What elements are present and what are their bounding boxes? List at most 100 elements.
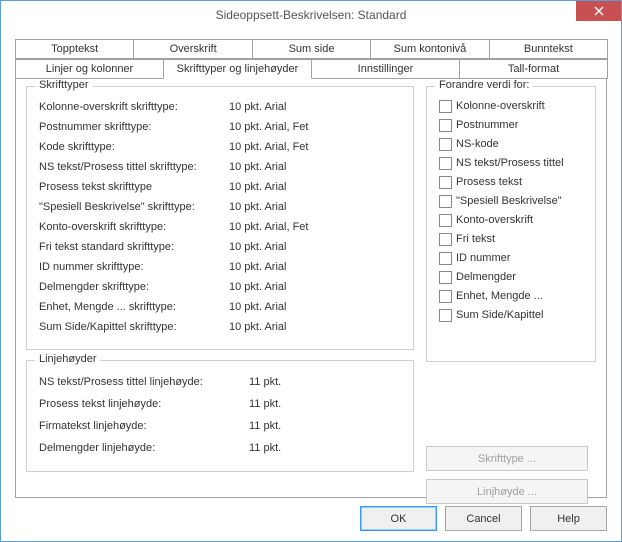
tab-innstillinger[interactable]: Innstillinger [311,59,460,79]
font-label: ID nummer skrifttype: [39,257,229,277]
tab-tall-format[interactable]: Tall-format [459,59,608,79]
skrifttype-button: Skrifttype ... [426,446,588,471]
dialog-window: Sideoppsett-Beskrivelsen: Standard Toppt… [0,0,622,542]
font-label: Prosess tekst skrifttype [39,177,229,197]
check-row: Postnummer [439,116,583,135]
font-label: NS tekst/Prosess tittel skrifttype: [39,157,229,177]
right-column: Forandre verdi for: Kolonne-overskrift P… [426,86,596,483]
cancel-button[interactable]: Cancel [445,506,522,531]
tab-skrifttyper[interactable]: Skrifttyper og linjehøyder [163,59,312,79]
checkbox-sum-side-kapittel[interactable] [439,309,452,322]
font-label: "Spesiell Beskrivelse" skrifttype: [39,197,229,217]
tab-topptekst[interactable]: Topptekst [15,39,134,59]
checkbox-delmengder[interactable] [439,271,452,284]
check-label: Kolonne-overskrift [456,97,545,116]
font-value: 10 pkt. Arial [229,197,286,217]
checkbox-spesiell-beskrivelse[interactable] [439,195,452,208]
check-row: Fri tekst [439,230,583,249]
font-value: 10 pkt. Arial [229,317,286,337]
font-value: 10 pkt. Arial [229,157,286,177]
lh-value: 11 pkt. [249,437,281,459]
font-row: NS tekst/Prosess tittel skrifttype:10 pk… [39,157,401,177]
check-row: Sum Side/Kapittel [439,306,583,325]
lh-value: 11 pkt. [249,371,281,393]
tab-linjer-kolonner[interactable]: Linjer og kolonner [15,59,164,79]
font-value: 10 pkt. Arial [229,297,286,317]
check-row: Kolonne-overskrift [439,97,583,116]
dialog-body: Topptekst Overskrift Sum side Sum konton… [1,29,621,498]
linjhoyde-button: Linjhøyde ... [426,479,588,504]
check-row: Konto-overskrift [439,211,583,230]
help-button[interactable]: Help [530,506,607,531]
font-value: 10 pkt. Arial [229,257,286,277]
lh-value: 11 pkt. [249,393,281,415]
lh-label: Prosess tekst linjehøyde: [39,393,249,415]
lh-row: Firmatekst linjehøyde:11 pkt. [39,415,401,437]
checkbox-fri-tekst[interactable] [439,233,452,246]
dialog-buttons: OK Cancel Help [360,506,607,531]
lh-label: Delmengder linjehøyde: [39,437,249,459]
check-label: Prosess tekst [456,173,522,192]
left-column: Skrifttyper Kolonne-overskrift skrifttyp… [26,86,414,483]
checkbox-konto-overskrift[interactable] [439,214,452,227]
tab-sum-kontoniva[interactable]: Sum kontonivå [370,39,489,59]
font-label: Kolonne-overskrift skrifttype: [39,97,229,117]
font-label: Enhet, Mengde ... skrifttype: [39,297,229,317]
lh-row: NS tekst/Prosess tittel linjehøyde:11 pk… [39,371,401,393]
checkbox-prosess-tekst[interactable] [439,176,452,189]
checkbox-ns-tekst-prosess[interactable] [439,157,452,170]
font-row: Kolonne-overskrift skrifttype:10 pkt. Ar… [39,97,401,117]
window-title: Sideoppsett-Beskrivelsen: Standard [216,8,407,22]
tab-sum-side[interactable]: Sum side [252,39,371,59]
group-change-title: Forandre verdi for: [435,79,533,91]
check-label: Konto-overskrift [456,211,533,230]
check-label: Sum Side/Kapittel [456,306,543,325]
tab-bunntekst[interactable]: Bunntekst [489,39,608,59]
check-label: NS tekst/Prosess tittel [456,154,564,173]
checkbox-postnummer[interactable] [439,119,452,132]
ok-button[interactable]: OK [360,506,437,531]
checkbox-id-nummer[interactable] [439,252,452,265]
font-label: Kode skrifttype: [39,137,229,157]
checkbox-kolonne-overskrift[interactable] [439,100,452,113]
font-value: 10 pkt. Arial [229,97,286,117]
font-row: "Spesiell Beskrivelse" skrifttype:10 pkt… [39,197,401,217]
lh-row: Prosess tekst linjehøyde:11 pkt. [39,393,401,415]
tab-overskrift[interactable]: Overskrift [133,39,252,59]
check-label: ID nummer [456,249,510,268]
tab-panel: Skrifttyper Kolonne-overskrift skrifttyp… [15,78,607,498]
check-label: Postnummer [456,116,518,135]
group-lineheights: Linjehøyder NS tekst/Prosess tittel linj… [26,360,414,472]
font-value: 10 pkt. Arial, Fet [229,137,308,157]
check-row: Delmengder [439,268,583,287]
checkbox-enhet-mengde[interactable] [439,290,452,303]
titlebar: Sideoppsett-Beskrivelsen: Standard [1,1,621,29]
group-fonts: Skrifttyper Kolonne-overskrift skrifttyp… [26,86,414,350]
group-lineheights-title: Linjehøyder [35,353,100,365]
check-row: ID nummer [439,249,583,268]
check-row: NS-kode [439,135,583,154]
lh-value: 11 pkt. [249,415,281,437]
font-row: Postnummer skrifttype:10 pkt. Arial, Fet [39,117,401,137]
check-row: Prosess tekst [439,173,583,192]
font-label: Fri tekst standard skrifttype: [39,237,229,257]
check-row: NS tekst/Prosess tittel [439,154,583,173]
check-label: Fri tekst [456,230,495,249]
font-row: Prosess tekst skrifttype10 pkt. Arial [39,177,401,197]
check-label: Delmengder [456,268,516,287]
lh-label: NS tekst/Prosess tittel linjehøyde: [39,371,249,393]
check-row: "Spesiell Beskrivelse" [439,192,583,211]
check-label: NS-kode [456,135,499,154]
close-button[interactable] [576,1,621,21]
font-label: Sum Side/Kapittel skrifttype: [39,317,229,337]
font-row: Sum Side/Kapittel skrifttype:10 pkt. Ari… [39,317,401,337]
font-row: Fri tekst standard skrifttype:10 pkt. Ar… [39,237,401,257]
check-label: "Spesiell Beskrivelse" [456,192,562,211]
font-row: ID nummer skrifttype:10 pkt. Arial [39,257,401,277]
font-label: Delmengder skrifttype: [39,277,229,297]
checkbox-ns-kode[interactable] [439,138,452,151]
font-label: Postnummer skrifttype: [39,117,229,137]
font-row: Delmengder skrifttype:10 pkt. Arial [39,277,401,297]
font-row: Kode skrifttype:10 pkt. Arial, Fet [39,137,401,157]
font-value: 10 pkt. Arial [229,237,286,257]
